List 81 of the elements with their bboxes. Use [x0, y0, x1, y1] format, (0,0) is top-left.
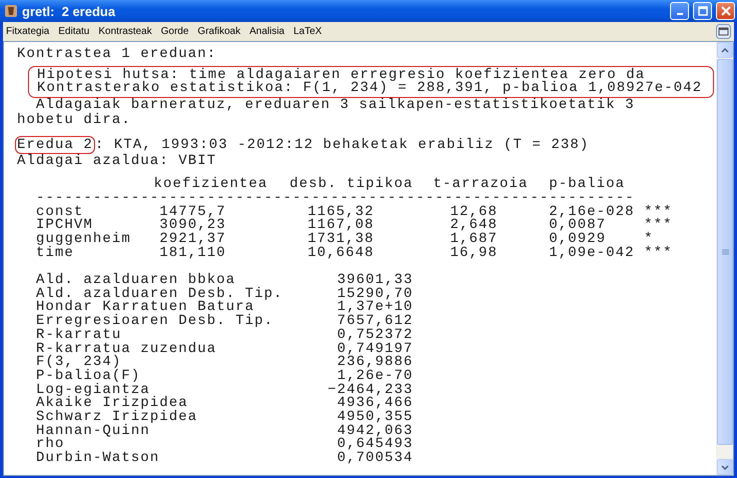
table-cell-text: guggenheim: [36, 233, 132, 247]
statistic-label: R-karratu: [36, 328, 122, 342]
statistic-value: 0,700534: [336, 452, 414, 466]
caret-down-icon: [721, 464, 729, 470]
statistic-label: Hannan-Quinn: [36, 424, 150, 438]
menu-item[interactable]: Fitxategia: [6, 26, 50, 37]
close-icon: [720, 6, 730, 16]
scroll-down-button[interactable]: [717, 459, 733, 475]
statistic-label: rho: [36, 438, 65, 452]
statistic-value: 4950,355: [336, 410, 414, 425]
statistic-value: 0,645493: [336, 438, 414, 452]
maximize-icon: [698, 6, 708, 16]
minimize-button[interactable]: [670, 2, 689, 20]
menu-item[interactable]: Grafikoak: [198, 26, 240, 37]
caret-up-icon: [721, 48, 729, 52]
table-cell-text: 1165,32: [306, 206, 374, 220]
table-cell-text: 2,648: [449, 219, 498, 233]
significance-stars: *: [644, 233, 654, 247]
table-cell-text: time: [36, 246, 74, 260]
scroll-up-button[interactable]: [717, 42, 733, 58]
statistic-label: Akaike Irizpidea: [36, 397, 188, 411]
significance-stars: ***: [644, 246, 674, 260]
table-cell-text: 0,0929: [548, 233, 606, 247]
menu-item[interactable]: Analisia: [249, 26, 284, 37]
app-icon: [4, 4, 18, 18]
statistic-label: Durbin-Watson: [36, 452, 161, 466]
statistic-value: 1,26e-70: [337, 370, 414, 384]
statistic-value: 7657,612: [336, 315, 414, 329]
menu-item[interactable]: Editatu: [58, 26, 90, 37]
statistic-label: Log-egiantza: [36, 384, 150, 398]
table-cell-text: 2921,37: [158, 233, 226, 247]
minimize-icon: [676, 13, 682, 15]
table-cell-text: 3090,23: [158, 219, 226, 233]
statistic-value: 1,37e+10: [336, 301, 414, 316]
table-cell-text: 14775,7: [158, 206, 226, 220]
restore-icon[interactable]: [716, 24, 731, 39]
table-cell-text: 2,16e-028: [548, 206, 636, 220]
output-paragraph: Aldagaiak barneratuz, ereduaren 3 sailkapen-estatistikoetatik 3 hobetu dira.: [17, 98, 636, 128]
close-button[interactable]: [716, 2, 735, 20]
statistic-value: 0,749197: [336, 342, 414, 356]
table-cell-text: 10,6648: [306, 246, 374, 260]
menu-item[interactable]: Kontrasteak: [98, 26, 152, 37]
statistic-value: 4936,466: [337, 397, 414, 411]
table-cell-text: 1167,08: [306, 219, 374, 233]
table-cell-text: 181,110: [158, 246, 226, 260]
menu-item[interactable]: Gorde: [160, 26, 189, 37]
model-label: Eredua 2: [15, 136, 96, 154]
statistic-value: 0,752372: [336, 328, 414, 342]
menu-item[interactable]: LaTeX: [294, 26, 322, 37]
table-cell-text: 16,98: [449, 246, 498, 260]
statistic-value: 4942,063: [336, 424, 414, 438]
grip-icon: [722, 248, 728, 256]
statistic-label: Ald. azalduaren bbkoa: [36, 274, 237, 288]
column-header: p-balioa: [548, 178, 626, 192]
maximize-button[interactable]: [693, 2, 712, 20]
scroll-thumb[interactable]: [717, 59, 733, 445]
table-cell-text: 1731,38: [306, 233, 374, 247]
statistic-label: Schwarz Irizpidea: [36, 410, 199, 425]
model-description: : KTA, 1993:03 -2012:12 behaketak erabiliz (T = 238): [95, 137, 590, 154]
statistic-label: P-balioa(F): [36, 370, 141, 384]
table-cell-text: 0,0087: [548, 219, 606, 233]
column-header: koefizientea: [152, 178, 268, 192]
statistic-value: 15290,70: [336, 288, 414, 302]
table-cell-text: 12,68: [449, 206, 498, 220]
significance-stars: ***: [644, 219, 674, 233]
statistic-value: 39601,33: [336, 274, 414, 288]
column-header: t-arrazoia: [432, 178, 528, 192]
output-line: Kontrasterako estatistikoa: F(1, 234) = 288,391, p-balioa 1,08927e-042: [28, 82, 714, 98]
statistic-label: Erregresioaren Desb. Tip.: [36, 315, 275, 329]
statistic-value: 236,9886: [336, 356, 414, 370]
output-heading: Kontrastea 1 ereduan:: [17, 48, 218, 62]
window-title: gretl: 2 eredua: [22, 4, 116, 18]
separator-line: ---------------------------------------------------------------: [36, 192, 636, 206]
column-header: desb. tipikoa: [288, 178, 414, 192]
statistic-label: F(3, 234): [36, 356, 122, 370]
statistic-value: −2464,233: [326, 384, 414, 398]
dependent-variable: Aldagai azaldua: VBIT: [17, 154, 218, 168]
table-cell-text: IPCHVM: [36, 219, 94, 233]
table-cell-text: const: [36, 206, 84, 220]
table-cell-text: 1,09e-042: [548, 246, 636, 260]
table-cell-text: 1,687: [449, 233, 498, 247]
